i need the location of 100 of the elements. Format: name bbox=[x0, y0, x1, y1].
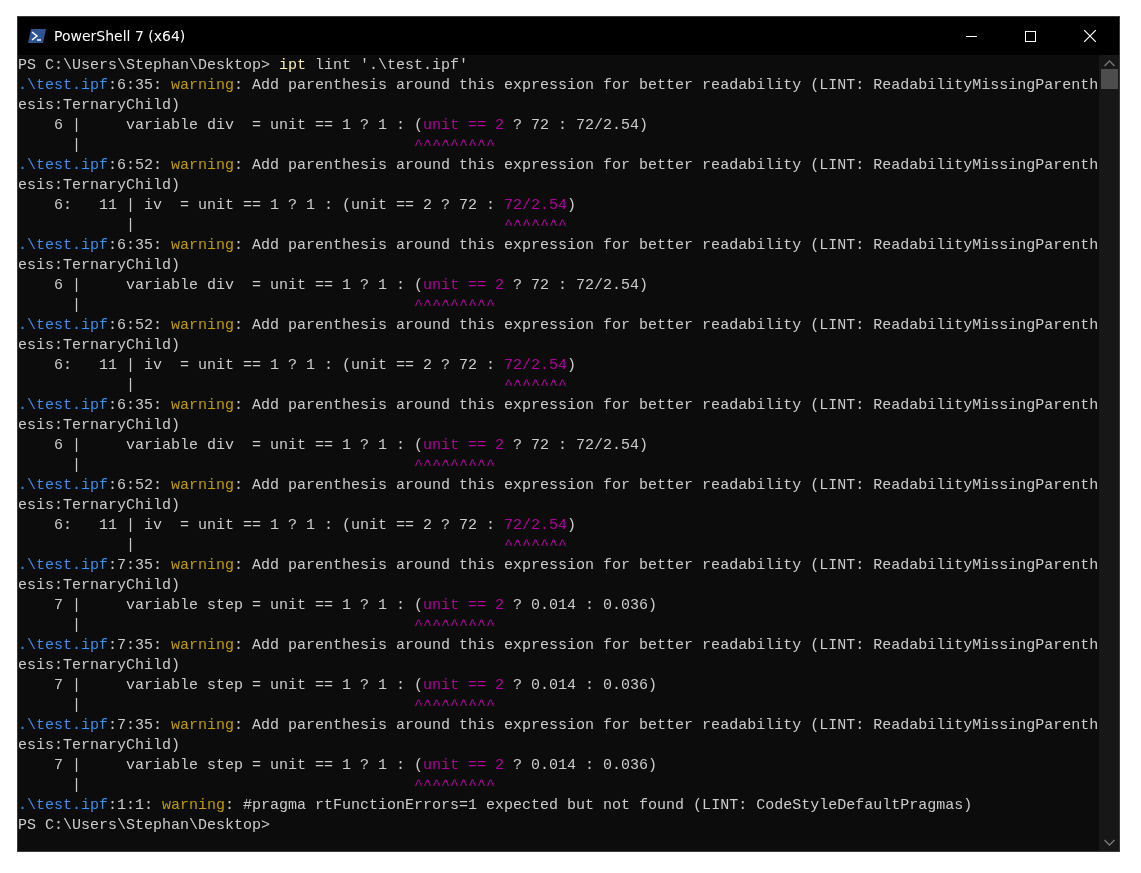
output-text: : #pragma rtFunctionErrors=1 expected but not found (LINT: CodeStyleDefaultPragmas) bbox=[225, 797, 973, 814]
output-text: ) bbox=[567, 357, 577, 374]
output-text: esis:TernaryChild) bbox=[18, 257, 181, 274]
output-text: : Add parenthesis around this expression for better readability (LINT: ReadabilityMissingParenth bbox=[234, 717, 1099, 734]
code-highlight: unit == 2 bbox=[423, 117, 505, 134]
code-highlight: ^^^^^^^^^ bbox=[414, 617, 496, 634]
code-highlight: unit == 2 bbox=[423, 277, 505, 294]
output-text: ? 0.014 : 0.036) bbox=[512, 597, 658, 614]
output-text: :6:35: bbox=[108, 237, 164, 254]
output-text: ? 0.014 : 0.036) bbox=[512, 757, 658, 774]
maximize-icon bbox=[1025, 30, 1036, 42]
scrollbar[interactable] bbox=[1099, 55, 1119, 851]
output-text: 7 | variable step = unit == 1 ? 1 : ( bbox=[53, 757, 424, 774]
warning-label: warning bbox=[171, 717, 235, 734]
warning-label: warning bbox=[171, 397, 235, 414]
warning-label: warning bbox=[171, 317, 235, 334]
output-text: ? 72 : 72/2.54) bbox=[512, 437, 649, 454]
output-text: : Add parenthesis around this expression for better readability (LINT: ReadabilityMissingParenth bbox=[234, 557, 1099, 574]
output-text: esis:TernaryChild) bbox=[18, 177, 181, 194]
output-text: | bbox=[125, 217, 137, 234]
file-path: .\test.ipf bbox=[18, 557, 108, 574]
output-text: | bbox=[71, 777, 82, 794]
code-highlight: unit == 2 bbox=[423, 597, 505, 614]
output-text: | bbox=[71, 617, 82, 634]
code-highlight: ^^^^^^^^^ bbox=[414, 777, 496, 794]
output-text: PS C:\Users\Stephan\Desktop> bbox=[18, 817, 271, 834]
output-text: : Add parenthesis around this expression for better readability (LINT: ReadabilityMissingParenth bbox=[234, 397, 1099, 414]
output-text: ) bbox=[567, 197, 577, 214]
code-highlight: 72/2.54 bbox=[504, 357, 568, 374]
output-text: : Add parenthesis around this expression for better readability (LINT: ReadabilityMissingParenth bbox=[234, 477, 1099, 494]
file-path: .\test.ipf bbox=[18, 317, 108, 334]
output-text: : Add parenthesis around this expression for better readability (LINT: ReadabilityMissingParenth bbox=[234, 637, 1099, 654]
output-text: :6:52: bbox=[108, 157, 164, 174]
output-text: PS C:\Users\Stephan\Desktop> bbox=[18, 57, 272, 74]
output-text: :6:35: bbox=[108, 77, 164, 94]
output-text: : Add parenthesis around this expression for better readability (LINT: ReadabilityMissingParenth bbox=[234, 317, 1099, 334]
code-highlight: unit == 2 bbox=[423, 757, 505, 774]
output-text: lint '.\test.ipf' bbox=[314, 57, 469, 74]
code-highlight: 72/2.54 bbox=[504, 197, 568, 214]
output-text: esis:TernaryChild) bbox=[18, 497, 181, 514]
output-text: | bbox=[71, 697, 82, 714]
output-text: : Add parenthesis around this expression for better readability (LINT: ReadabilityMissingParenth bbox=[234, 237, 1099, 254]
code-highlight: 72/2.54 bbox=[504, 517, 568, 534]
output-text: ? 0.014 : 0.036) bbox=[512, 677, 658, 694]
file-path: .\test.ipf bbox=[18, 797, 108, 814]
output-text: 6: 11 | iv = unit == 1 ? 1 : (unit == 2 ? 72 : bbox=[53, 517, 497, 534]
scrollbar-thumb[interactable] bbox=[1100, 69, 1118, 89]
warning-label: warning bbox=[171, 477, 235, 494]
minimize-icon bbox=[966, 35, 977, 37]
output-text: | bbox=[71, 137, 82, 154]
code-highlight: ^^^^^^^^^ bbox=[414, 137, 496, 154]
output-text: :6:35: bbox=[108, 397, 164, 414]
output-text: | bbox=[71, 297, 82, 314]
warning-label: warning bbox=[171, 157, 235, 174]
code-highlight: ^^^^^^^ bbox=[504, 537, 568, 554]
output-text: ? 72 : 72/2.54) bbox=[512, 277, 649, 294]
file-path: .\test.ipf bbox=[18, 637, 108, 654]
file-path: .\test.ipf bbox=[18, 237, 108, 254]
warning-label: warning bbox=[171, 637, 235, 654]
output-text: 7 | variable step = unit == 1 ? 1 : ( bbox=[53, 677, 424, 694]
output-text: esis:TernaryChild) bbox=[18, 337, 181, 354]
output-text: :7:35: bbox=[108, 557, 164, 574]
output-text: 6: 11 | iv = unit == 1 ? 1 : (unit == 2 ? 72 : bbox=[53, 357, 497, 374]
output-text: 6 | variable div = unit == 1 ? 1 : ( bbox=[53, 117, 424, 134]
file-path: .\test.ipf bbox=[18, 717, 108, 734]
file-path: .\test.ipf bbox=[18, 397, 108, 414]
code-highlight: unit == 2 bbox=[423, 677, 505, 694]
code-highlight: ^^^^^^^ bbox=[504, 377, 568, 394]
file-path: .\test.ipf bbox=[18, 77, 108, 94]
output-text: 6: 11 | iv = unit == 1 ? 1 : (unit == 2 ? 72 : bbox=[53, 197, 497, 214]
file-path: .\test.ipf bbox=[18, 157, 108, 174]
command-name: ipt bbox=[279, 57, 307, 74]
output-text: | bbox=[125, 537, 137, 554]
code-highlight: ^^^^^^^^^ bbox=[414, 457, 496, 474]
output-text: | bbox=[71, 457, 82, 474]
close-icon bbox=[1083, 30, 1096, 42]
output-text: | bbox=[125, 377, 137, 394]
warning-label: warning bbox=[162, 797, 226, 814]
output-text: esis:TernaryChild) bbox=[18, 417, 181, 434]
output-text: ? 72 : 72/2.54) bbox=[512, 117, 649, 134]
output-text: : Add parenthesis around this expression for better readability (LINT: ReadabilityMissingParenth bbox=[234, 77, 1099, 94]
output-text: 6 | variable div = unit == 1 ? 1 : ( bbox=[53, 437, 424, 454]
output-text: :7:35: bbox=[108, 637, 164, 654]
file-path: .\test.ipf bbox=[18, 477, 108, 494]
output-text: : Add parenthesis around this expression for better readability (LINT: ReadabilityMissingParenth bbox=[234, 157, 1099, 174]
window-title: PowerShell 7 (x64) bbox=[54, 26, 186, 46]
output-text: esis:TernaryChild) bbox=[18, 97, 181, 114]
output-text: ) bbox=[567, 517, 577, 534]
output-text: 7 | variable step = unit == 1 ? 1 : ( bbox=[53, 597, 424, 614]
output-text: esis:TernaryChild) bbox=[18, 737, 181, 754]
output-text: esis:TernaryChild) bbox=[18, 657, 181, 674]
code-highlight: ^^^^^^^^^ bbox=[414, 697, 496, 714]
scroll-up-icon[interactable] bbox=[1103, 60, 1115, 67]
terminal-icon bbox=[28, 29, 46, 43]
code-highlight: ^^^^^^^ bbox=[504, 217, 568, 234]
warning-label: warning bbox=[171, 237, 235, 254]
warning-label: warning bbox=[171, 557, 235, 574]
output-text: esis:TernaryChild) bbox=[18, 577, 181, 594]
scroll-down-icon[interactable] bbox=[1103, 839, 1115, 846]
warning-label: warning bbox=[171, 77, 235, 94]
